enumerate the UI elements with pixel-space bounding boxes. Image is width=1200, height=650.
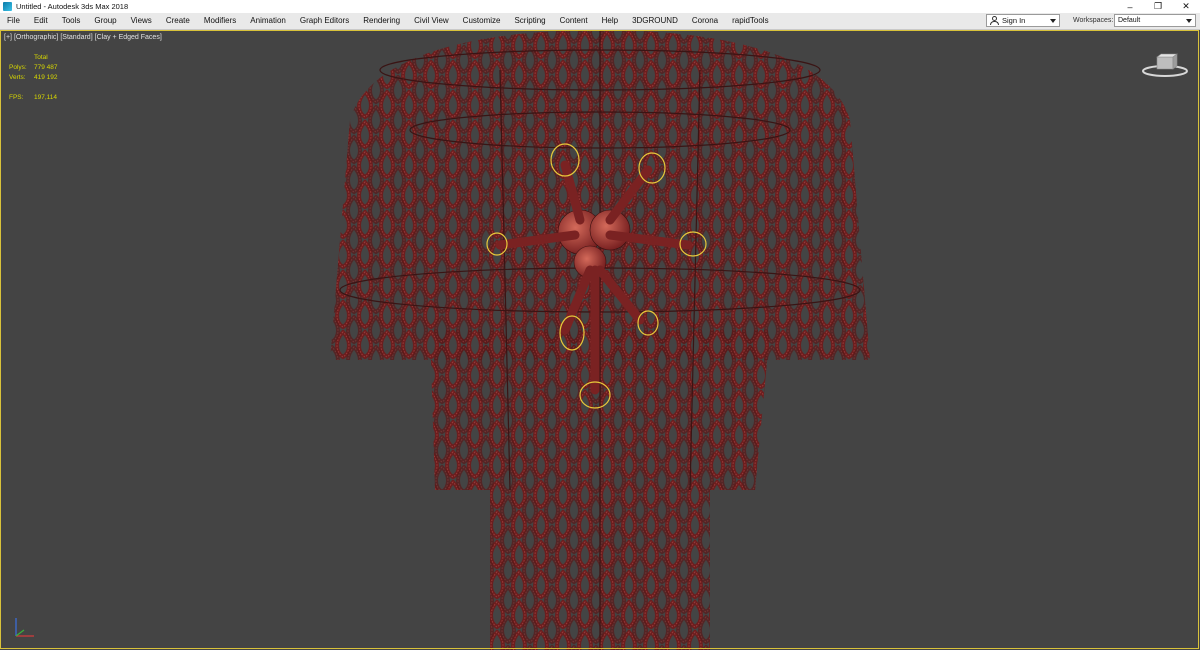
chevron-down-icon [1050,18,1056,23]
menu-civil-view[interactable]: Civil View [407,13,456,29]
menu-tools[interactable]: Tools [55,13,88,29]
restore-icon[interactable]: ❐ [1144,0,1172,13]
viewport-shading-label[interactable]: [Clay + Edged Faces] [95,34,162,41]
menu-rendering[interactable]: Rendering [356,13,407,29]
menu-customize[interactable]: Customize [456,13,508,29]
sign-in-button[interactable]: Sign In [986,14,1060,27]
viewport-statistics: Total Polys: 779 487 Verts: 419 192 FPS: 19… [9,53,58,103]
stats-header: Total [34,54,48,61]
sign-in-label: Sign In [1002,16,1026,25]
verts-value: 419 192 [34,74,58,81]
viewport-menu-plus[interactable]: [+] [4,34,12,41]
viewport-pov-label[interactable]: [Orthographic] [14,34,58,41]
fps-label: FPS: [9,94,24,101]
workspaces-label: Workspaces: [1073,17,1114,24]
menu-modifiers[interactable]: Modifiers [197,13,243,29]
menu-scripting[interactable]: Scripting [507,13,552,29]
verts-label: Verts: [9,74,26,81]
window-title: Untitled - Autodesk 3ds Max 2018 [16,2,129,11]
viewport-label[interactable]: [+] [Orthographic] [Standard] [Clay + Ed… [4,34,162,41]
menu-corona[interactable]: Corona [685,13,725,29]
fps-value: 197,114 [34,94,58,101]
perspective-viewport[interactable]: [+] [Orthographic] [Standard] [Clay + Ed… [0,30,1200,650]
chandelier-model[interactable] [310,30,890,650]
workspaces-value: Default [1118,17,1141,24]
menu-edit[interactable]: Edit [27,13,55,29]
menu-3dground[interactable]: 3DGROUND [625,13,685,29]
menu-graph-editors[interactable]: Graph Editors [293,13,356,29]
menu-content[interactable]: Content [553,13,595,29]
minimize-icon[interactable]: – [1116,0,1144,13]
menu-views[interactable]: Views [124,13,159,29]
polys-value: 779 487 [34,64,58,71]
polys-label: Polys: [9,64,27,71]
menu-group[interactable]: Group [87,13,123,29]
chevron-down-icon [1186,19,1192,23]
menu-bar: File Edit Tools Group Views Create Modif… [0,13,1200,30]
menu-animation[interactable]: Animation [243,13,293,29]
workspaces-dropdown[interactable]: Default [1114,14,1196,27]
menu-create[interactable]: Create [159,13,197,29]
title-bar: Untitled - Autodesk 3ds Max 2018 – ❐ ✕ [0,0,1200,13]
app-icon [3,2,12,11]
menu-help[interactable]: Help [595,13,625,29]
viewport-standard-label[interactable]: [Standard] [60,34,92,41]
close-icon[interactable]: ✕ [1172,0,1200,13]
menu-file[interactable]: File [0,13,27,29]
user-icon [990,16,999,25]
axis-tripod-icon [15,618,34,637]
viewcube-icon[interactable] [1140,52,1190,78]
menu-rapidtools[interactable]: rapidTools [725,13,775,29]
